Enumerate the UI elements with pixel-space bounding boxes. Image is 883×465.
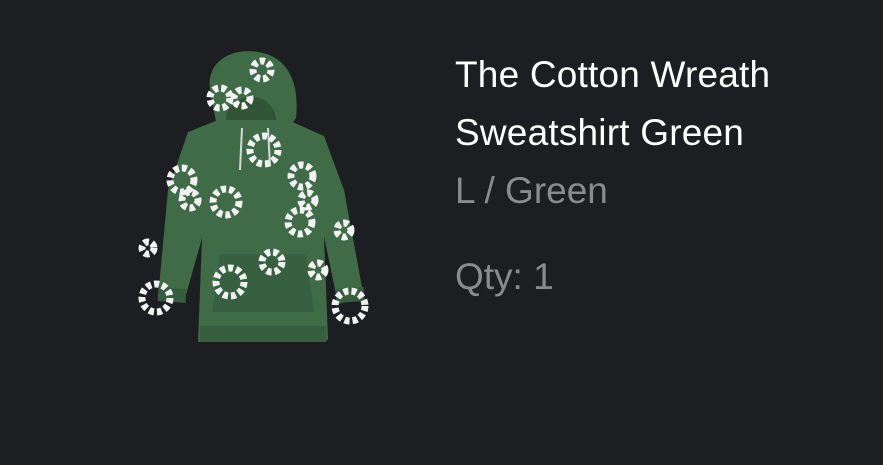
quantity-label: Qty: [455,256,523,297]
product-title-line-1[interactable]: The Cotton Wreath [455,54,770,95]
product-variant: L / Green [455,170,608,211]
product-image[interactable] [118,40,398,360]
quantity: Qty: 1 [455,248,875,306]
hoodie-icon [138,51,369,342]
product-title-line-2[interactable]: Sweatshirt Green [455,112,744,153]
product-info: The Cotton Wreath Sweatshirt Green L / G… [455,46,875,306]
product-title[interactable]: The Cotton Wreath Sweatshirt Green [455,46,875,162]
cart-line-item[interactable]: The Cotton Wreath Sweatshirt Green L / G… [0,0,883,465]
quantity-value: 1 [533,256,554,297]
